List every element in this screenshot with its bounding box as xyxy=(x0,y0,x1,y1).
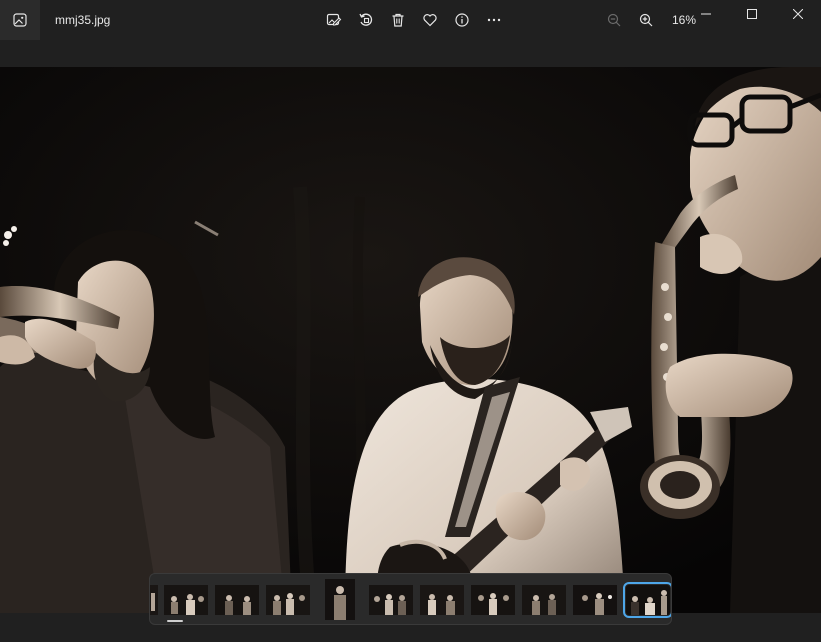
favorite-icon xyxy=(423,14,437,27)
minimize-button[interactable] xyxy=(683,0,729,28)
close-button[interactable] xyxy=(775,0,821,28)
thumbnail[interactable] xyxy=(266,585,310,615)
thumbnail-image xyxy=(522,585,566,615)
maximize-button[interactable] xyxy=(729,0,775,28)
filmstrip-scroll-indicator xyxy=(167,620,183,622)
photos-app-icon xyxy=(13,13,27,27)
zoom-out-button[interactable] xyxy=(598,8,630,32)
zoom-in-icon xyxy=(639,13,653,27)
thumbnail-image xyxy=(266,585,310,615)
thumbnail[interactable] xyxy=(150,585,158,615)
thumbnail[interactable] xyxy=(573,585,617,615)
photos-window: mmj35.jpg 16% xyxy=(0,0,821,642)
file-name: mmj35.jpg xyxy=(55,13,111,27)
app-icon-button[interactable] xyxy=(0,0,40,40)
info-icon xyxy=(455,13,469,27)
thumbnail[interactable] xyxy=(420,585,464,615)
thumbnail-image xyxy=(626,585,670,615)
thumbnail-image xyxy=(325,579,355,620)
thumbnail[interactable] xyxy=(325,579,355,620)
image-toolbar xyxy=(318,8,510,32)
favorite-button[interactable] xyxy=(414,8,446,32)
window-controls xyxy=(683,0,821,30)
concert-photo xyxy=(0,67,821,613)
delete-icon xyxy=(392,13,404,27)
delete-button[interactable] xyxy=(382,8,414,32)
thumbnail[interactable] xyxy=(522,585,566,615)
thumbnail-image xyxy=(573,585,617,615)
rotate-icon xyxy=(359,13,373,26)
zoom-in-button[interactable] xyxy=(630,8,662,32)
thumbnail[interactable] xyxy=(369,585,413,615)
thumbnail-selected[interactable] xyxy=(623,582,671,618)
maximize-icon xyxy=(747,9,757,19)
more-options-button[interactable] xyxy=(478,8,510,32)
thumbnail-image xyxy=(369,585,413,615)
thumbnail[interactable] xyxy=(215,585,259,615)
more-icon xyxy=(487,18,501,22)
filmstrip xyxy=(149,573,672,625)
thumbnail-image xyxy=(215,585,259,615)
zoom-out-icon xyxy=(607,13,621,27)
rotate-button[interactable] xyxy=(350,8,382,32)
edit-image-icon xyxy=(326,13,342,26)
thumbnail-image xyxy=(150,585,158,615)
minimize-icon xyxy=(701,13,711,15)
thumbnail-image xyxy=(164,585,208,615)
thumbnail[interactable] xyxy=(471,585,515,615)
thumbnail[interactable] xyxy=(164,585,208,615)
info-button[interactable] xyxy=(446,8,478,32)
thumbnail-image xyxy=(420,585,464,615)
photo-canvas[interactable] xyxy=(0,67,821,613)
edit-image-button[interactable] xyxy=(318,8,350,32)
toolbar-spacer xyxy=(0,40,821,67)
thumbnail-image xyxy=(471,585,515,615)
close-icon xyxy=(793,9,803,19)
